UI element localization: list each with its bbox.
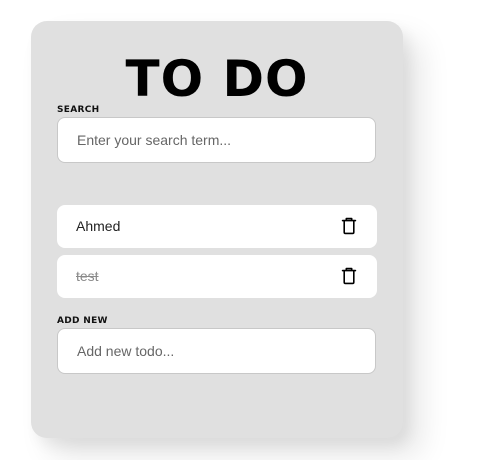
todo-item[interactable]: Ahmed (57, 205, 377, 248)
add-todo-input[interactable] (57, 328, 376, 374)
search-input[interactable] (57, 117, 376, 163)
todo-item-text[interactable]: test (76, 255, 99, 298)
search-label: SEARCH (57, 105, 100, 115)
todo-card: TO DO SEARCH Ahmed test ADD NEW (31, 21, 403, 438)
trash-icon[interactable] (340, 267, 358, 285)
add-new-label: ADD NEW (57, 316, 108, 326)
todo-item-text[interactable]: Ahmed (76, 205, 120, 248)
page-title: TO DO (125, 50, 309, 108)
trash-icon[interactable] (340, 217, 358, 235)
todo-item[interactable]: test (57, 255, 377, 298)
